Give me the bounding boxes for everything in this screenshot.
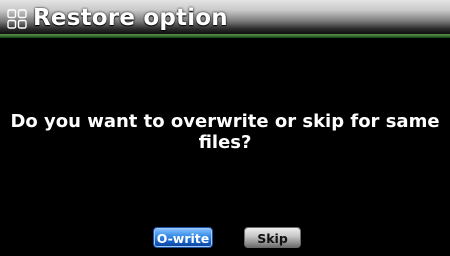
skip-button[interactable]: Skip [244,227,301,248]
grid-icon [7,9,27,29]
title-bar: Restore option [0,0,450,34]
page-title: Restore option [33,5,228,31]
overwrite-button[interactable]: O-write [153,227,213,248]
dialog-message: Do you want to overwrite or skip for sam… [10,111,440,153]
title-divider [0,34,450,38]
